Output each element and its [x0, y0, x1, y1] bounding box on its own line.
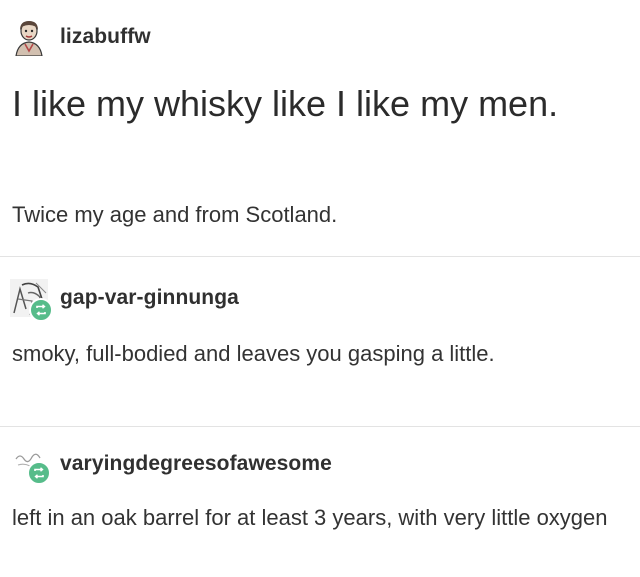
- reblog-icon: [27, 461, 51, 485]
- reblog-comment: varyingdegreesofawesome left in an oak b…: [0, 427, 640, 577]
- reblog-icon: [29, 298, 53, 322]
- text-logo-avatar-icon[interactable]: [10, 445, 51, 485]
- tumblr-post: lizabuffw I like my whisky like I like m…: [0, 0, 640, 577]
- reblog-comment-username[interactable]: gap-var-ginnunga: [60, 286, 239, 310]
- reblog-comment-body: smoky, full-bodied and leaves you gaspin…: [12, 341, 495, 366]
- reblog-comment-header: varyingdegreesofawesome: [10, 445, 332, 485]
- woman-portrait-avatar-icon[interactable]: [10, 18, 48, 57]
- reblog-comment: gap-var-ginnunga smoky, full-bodied and …: [0, 257, 640, 425]
- post-body: Twice my age and from Scotland.: [12, 202, 338, 227]
- original-post-username[interactable]: lizabuffw: [60, 25, 151, 49]
- reblog-comment-username[interactable]: varyingdegreesofawesome: [60, 452, 332, 476]
- original-post: lizabuffw I like my whisky like I like m…: [0, 0, 640, 255]
- sketch-portrait-avatar-icon[interactable]: [10, 279, 53, 322]
- original-post-header: lizabuffw: [10, 18, 151, 57]
- reblog-comment-header: gap-var-ginnunga: [10, 279, 239, 322]
- reblog-comment-body: left in an oak barrel for at least 3 yea…: [12, 505, 608, 530]
- post-title: I like my whisky like I like my men.: [12, 83, 559, 124]
